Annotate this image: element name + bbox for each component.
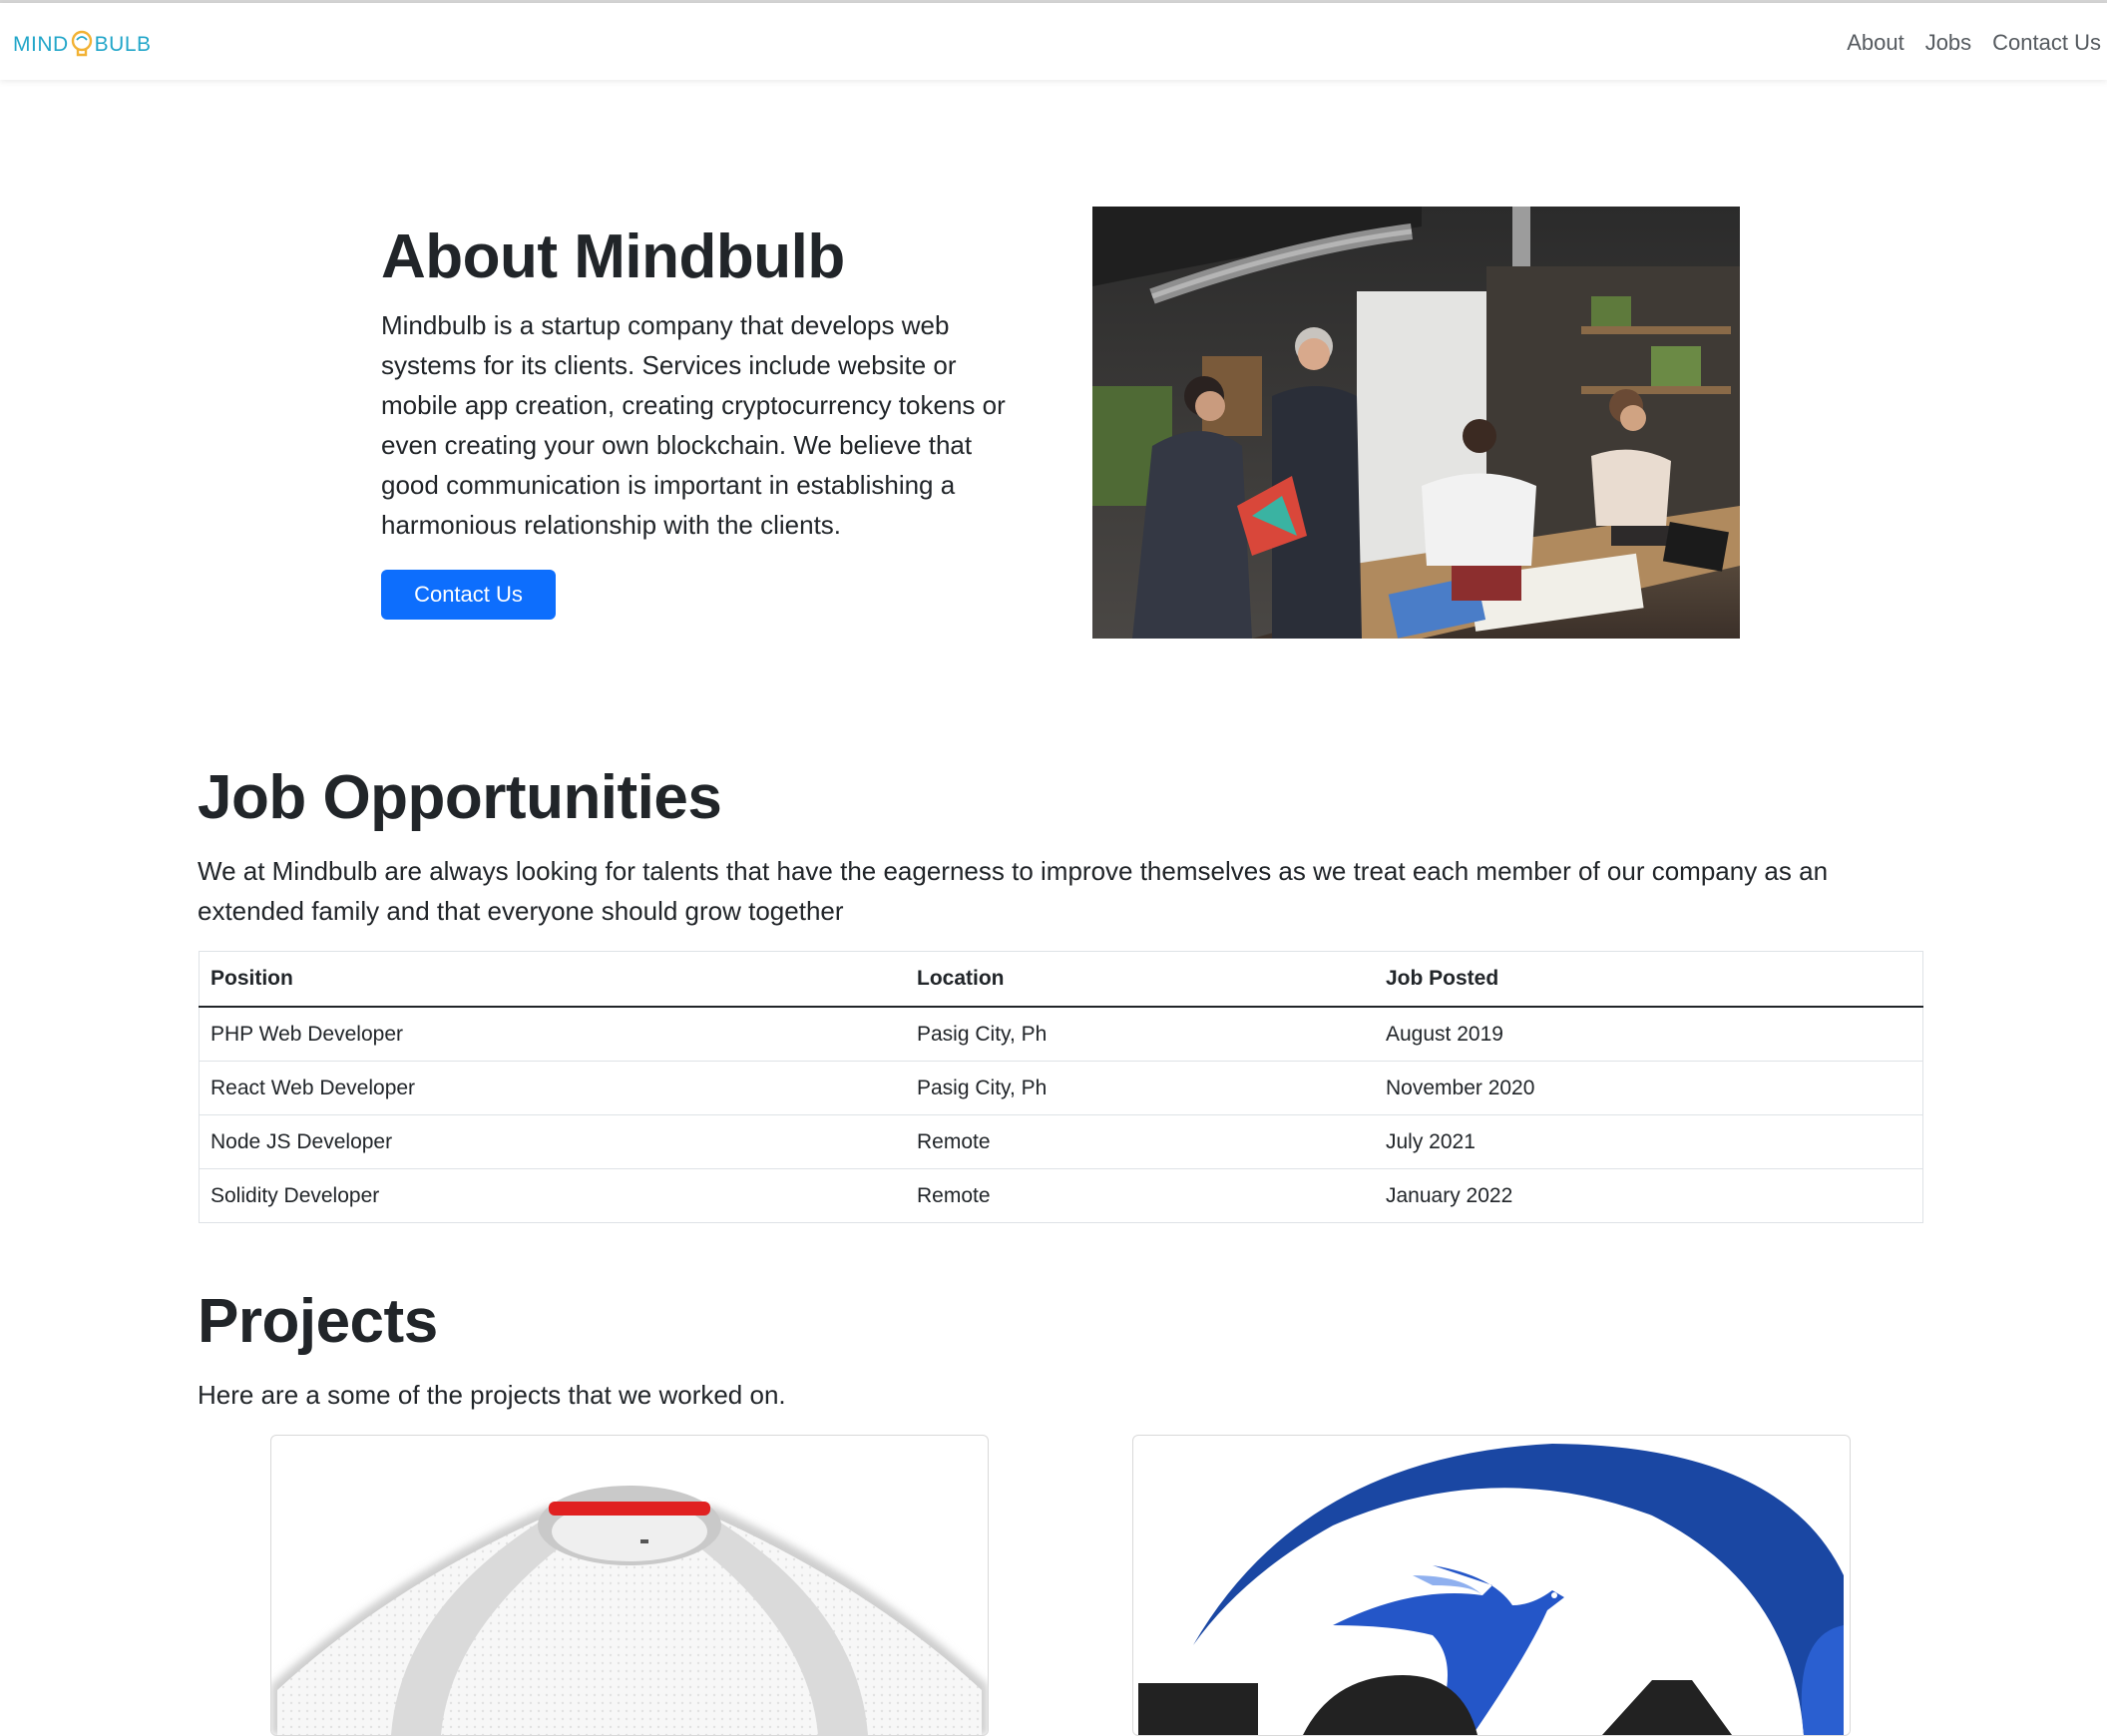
cell-job-posted: January 2022 [1375,1168,1923,1223]
table-row: Node JS Developer Remote July 2021 [199,1114,1923,1169]
header-position: Position [199,951,906,1008]
table-row: PHP Web Developer Pasig City, Ph August … [199,1006,1923,1062]
header-job-posted: Job Posted [1375,951,1923,1008]
mindbulb-logo[interactable]: MIND BULB [13,27,152,63]
cell-location: Pasig City, Ph [906,1006,1375,1062]
about-text: Mindbulb is a startup company that devel… [381,310,1006,540]
table-row: Solidity Developer Remote January 2022 [199,1168,1923,1223]
about-section: About Mindbulb Mindbulb is a startup com… [381,210,1030,545]
projects-title: Projects [198,1287,438,1356]
project-card-jersey[interactable] [270,1435,989,1736]
jobs-description: We at Mindbulb are always looking for ta… [198,856,1829,926]
cell-location: Remote [906,1114,1375,1169]
lightbulb-icon [71,30,92,57]
toa-logo-image [1138,1444,1844,1735]
projects-description: Here are a some of the projects that we … [198,1380,786,1410]
jobs-title: Job Opportunities [198,763,722,832]
logo-text-mind: MIND [13,33,69,56]
office-meeting-photo [1092,207,1740,639]
table-header-row: Position Location Job Posted [199,951,1923,1008]
logo-text-bulb: BULB [94,33,152,56]
cell-location: Pasig City, Ph [906,1061,1375,1115]
cell-location: Remote [906,1168,1375,1223]
jobs-table: Position Location Job Posted PHP Web Dev… [199,951,1923,1223]
nav-link-about[interactable]: About [1847,28,1904,58]
nav-link-contact-us[interactable]: Contact Us [1992,28,2101,58]
header-location: Location [906,951,1375,1008]
jersey-image [271,1486,988,1735]
nav-links: About Jobs Contact Us [1847,28,2101,58]
nav-link-jobs[interactable]: Jobs [1925,28,1971,58]
cell-job-posted: August 2019 [1375,1006,1923,1062]
cell-job-posted: November 2020 [1375,1061,1923,1115]
cell-position: React Web Developer [199,1061,906,1115]
table-row: React Web Developer Pasig City, Ph Novem… [199,1061,1923,1115]
about-title: About Mindbulb [381,222,845,291]
contact-us-button[interactable]: Contact Us [381,570,556,620]
project-card-toa[interactable] [1132,1435,1851,1736]
navbar: MIND BULB About Jobs Contact Us [0,3,2107,80]
cell-position: PHP Web Developer [199,1006,906,1062]
cell-position: Solidity Developer [199,1168,906,1223]
cell-job-posted: July 2021 [1375,1114,1923,1169]
cell-position: Node JS Developer [199,1114,906,1169]
